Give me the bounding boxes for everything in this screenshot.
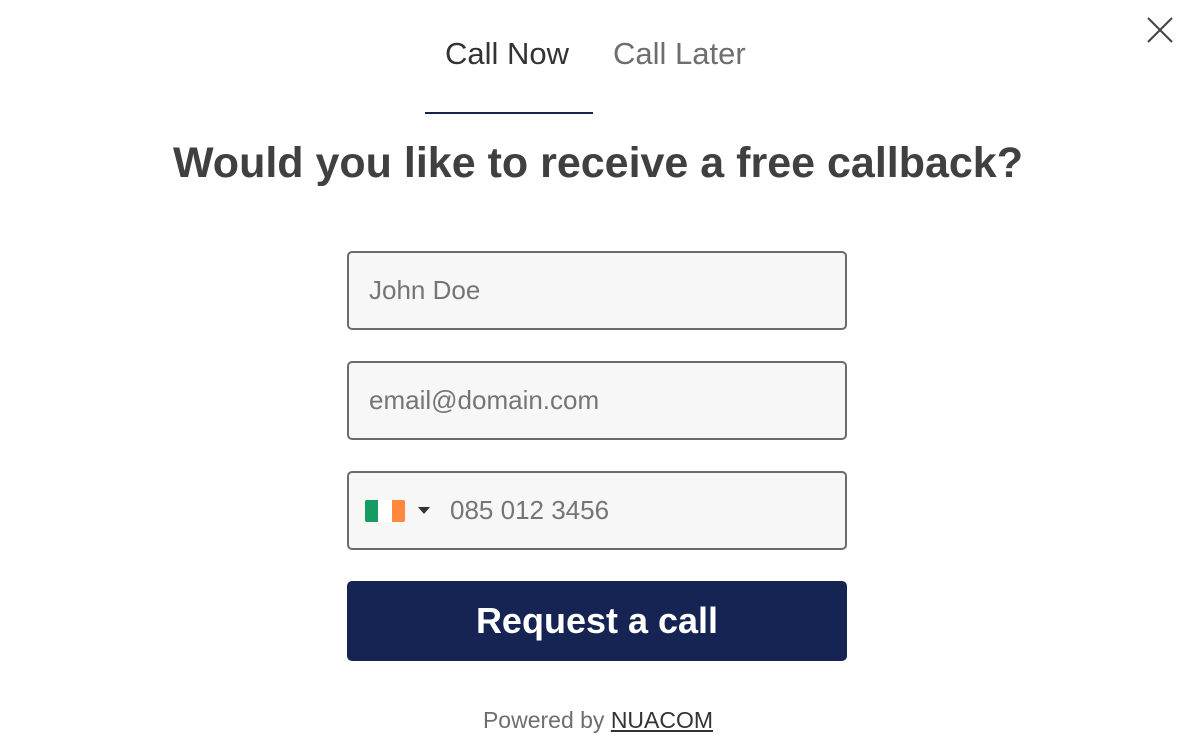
- tab-bar: Call Now Call Later: [0, 0, 1196, 114]
- callback-dialog: Call Now Call Later Would you like to re…: [0, 0, 1196, 756]
- tab-call-now[interactable]: Call Now: [445, 34, 569, 74]
- powered-by-footer: Powered by NUACOM: [0, 704, 1196, 736]
- country-code-dropdown[interactable]: [349, 473, 430, 548]
- email-field[interactable]: [349, 363, 845, 438]
- active-tab-indicator: [425, 112, 593, 114]
- phone-field[interactable]: [430, 473, 845, 548]
- ireland-flag-icon: [365, 499, 405, 522]
- chevron-down-icon: [418, 507, 430, 514]
- email-field-wrapper: [347, 361, 847, 440]
- powered-by-label: Powered by: [482, 707, 605, 733]
- request-call-button[interactable]: Request a call: [347, 581, 847, 661]
- phone-field-wrapper: [347, 471, 847, 550]
- nuacom-link[interactable]: NUACOM: [611, 707, 713, 733]
- name-field-wrapper: [347, 251, 847, 330]
- tab-call-later[interactable]: Call Later: [613, 34, 746, 74]
- page-title: Would you like to receive a free callbac…: [173, 139, 1023, 187]
- name-field[interactable]: [349, 253, 845, 328]
